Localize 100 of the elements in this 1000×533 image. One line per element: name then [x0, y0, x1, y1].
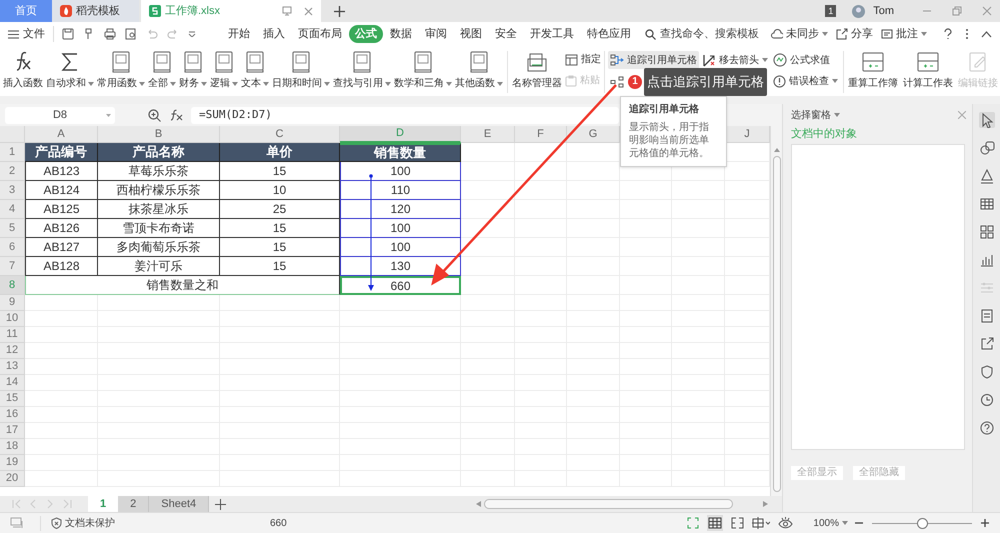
ribbon-button[interactable]: 全部: [147, 51, 177, 91]
ribbon-button[interactable]: 逻辑: [209, 51, 239, 91]
collapse-icon[interactable]: [981, 30, 992, 38]
toolbar-button[interactable]: 分享: [836, 26, 873, 42]
plus-icon[interactable]: [334, 6, 345, 16]
zoom-in-icon[interactable]: [980, 518, 990, 528]
shield-icon[interactable]: [978, 364, 994, 380]
menu-tab[interactable]: 视图: [454, 25, 488, 43]
help-icon[interactable]: [943, 28, 953, 40]
row-number[interactable]: 20: [0, 471, 25, 487]
ribbon-button[interactable]: 自动求和: [45, 51, 95, 91]
print-icon[interactable]: [104, 28, 116, 40]
formula-field[interactable]: =SUM(D2:D7): [191, 106, 619, 124]
history-icon[interactable]: [978, 392, 994, 408]
ribbon-button[interactable]: 财务: [178, 51, 208, 91]
select-icon[interactable]: [978, 112, 994, 128]
menu-tab[interactable]: 数据: [384, 25, 418, 43]
table-icon[interactable]: [978, 196, 994, 212]
row-number[interactable]: 19: [0, 455, 25, 471]
toolbar-button[interactable]: 批注: [881, 26, 927, 42]
column-header[interactable]: C: [220, 126, 340, 143]
more-icon[interactable]: [965, 28, 969, 40]
row-number[interactable]: 1: [0, 143, 25, 162]
row-number[interactable]: 10: [0, 311, 25, 327]
menu-tab[interactable]: 特色应用: [581, 25, 637, 43]
add-sheet-icon[interactable]: [215, 498, 226, 510]
ribbon-button[interactable]: 计算工作表: [902, 51, 954, 91]
ribbon-button[interactable]: 追踪引用单元格: [608, 51, 699, 69]
column-header[interactable]: B: [98, 126, 220, 143]
ribbon-button[interactable]: 重算工作簿: [847, 51, 899, 91]
help-icon[interactable]: [978, 420, 994, 436]
row-number[interactable]: 14: [0, 375, 25, 391]
row-number[interactable]: 15: [0, 391, 25, 407]
scroll-up-icon[interactable]: [774, 148, 780, 152]
menu-tab[interactable]: 插入: [257, 25, 291, 43]
row-number[interactable]: 7: [0, 257, 25, 276]
save-icon[interactable]: [62, 28, 74, 40]
column-header[interactable]: E: [461, 126, 515, 143]
title-tab[interactable]: 工作簿.xlsx: [141, 0, 321, 22]
scrollbar-thumb[interactable]: [484, 499, 733, 509]
column-header[interactable]: G: [567, 126, 620, 143]
row-number[interactable]: 18: [0, 439, 25, 455]
row-number[interactable]: 4: [0, 200, 25, 219]
row-number[interactable]: 13: [0, 359, 25, 375]
apps-icon[interactable]: [978, 224, 994, 240]
close-icon[interactable]: [304, 6, 313, 16]
menu-tab[interactable]: 开发工具: [524, 25, 580, 43]
row-number[interactable]: 12: [0, 343, 25, 359]
customize-icon[interactable]: [188, 31, 196, 37]
column-header[interactable]: F: [515, 126, 567, 143]
row-number[interactable]: 17: [0, 423, 25, 439]
print-preview-icon[interactable]: [125, 28, 137, 40]
file-menu[interactable]: 文件: [8, 26, 54, 42]
row-number[interactable]: 3: [0, 181, 25, 200]
row-number[interactable]: 16: [0, 407, 25, 423]
zoom-icon[interactable]: [148, 108, 161, 122]
selected-cell[interactable]: 660: [340, 276, 461, 295]
page-layout-icon[interactable]: [752, 517, 770, 529]
fullscreen-icon[interactable]: [687, 517, 700, 529]
scrollbar-thumb[interactable]: [772, 156, 780, 492]
fill-icon[interactable]: [978, 168, 994, 184]
sheet-tab[interactable]: 2: [118, 496, 150, 512]
row-number[interactable]: 6: [0, 238, 25, 257]
sheet-tab[interactable]: Sheet4: [149, 496, 210, 512]
shapes-icon[interactable]: [978, 140, 994, 156]
sheet-tab[interactable]: 1: [88, 496, 118, 512]
export-icon[interactable]: [978, 336, 994, 352]
name-box[interactable]: D8: [5, 106, 115, 124]
ribbon-button[interactable]: 查找与引用: [332, 51, 392, 91]
menu-tab[interactable]: 页面布局: [292, 25, 348, 43]
column-header[interactable]: J: [725, 126, 770, 143]
row-number[interactable]: 9: [0, 295, 25, 311]
ribbon-button[interactable]: 插入函数: [2, 51, 44, 91]
ribbon-button[interactable]: 文本: [240, 51, 270, 91]
ribbon-button[interactable]: 错误检查: [771, 72, 840, 90]
ribbon-button[interactable]: 指定: [565, 52, 601, 67]
ribbon-button[interactable]: 公式求值: [771, 51, 840, 69]
ribbon-button[interactable]: 移去箭头: [700, 51, 770, 69]
document-icon[interactable]: [978, 308, 994, 324]
title-tab[interactable]: 稻壳模板: [52, 0, 139, 22]
menu-tab[interactable]: 安全: [489, 25, 523, 43]
page-break-icon[interactable]: [731, 517, 744, 529]
ribbon-button[interactable]: 常用函数: [96, 51, 146, 91]
column-header[interactable]: A: [25, 126, 98, 143]
ribbon-button[interactable]: 数学和三角: [393, 51, 453, 91]
slider-thumb[interactable]: [917, 518, 928, 528]
row-number[interactable]: 2: [0, 162, 25, 181]
search-field[interactable]: 查找命令、搜索模板: [645, 26, 760, 42]
function-icon[interactable]: [169, 109, 183, 121]
user-name[interactable]: Tom: [873, 2, 894, 20]
pane-title[interactable]: 选择窗格: [791, 108, 840, 122]
row-number[interactable]: 11: [0, 327, 25, 343]
ribbon-button[interactable]: 其他函数: [454, 51, 504, 91]
menu-tab[interactable]: 开始: [222, 25, 256, 43]
ribbon-button[interactable]: 日期和时间: [271, 51, 331, 91]
menu-tab[interactable]: 审阅: [419, 25, 453, 43]
row-number[interactable]: 5: [0, 219, 25, 238]
ribbon-button[interactable]: 名称管理器: [511, 51, 563, 91]
toolbar-button[interactable]: 未同步: [771, 26, 828, 42]
chart-icon[interactable]: [978, 252, 994, 268]
